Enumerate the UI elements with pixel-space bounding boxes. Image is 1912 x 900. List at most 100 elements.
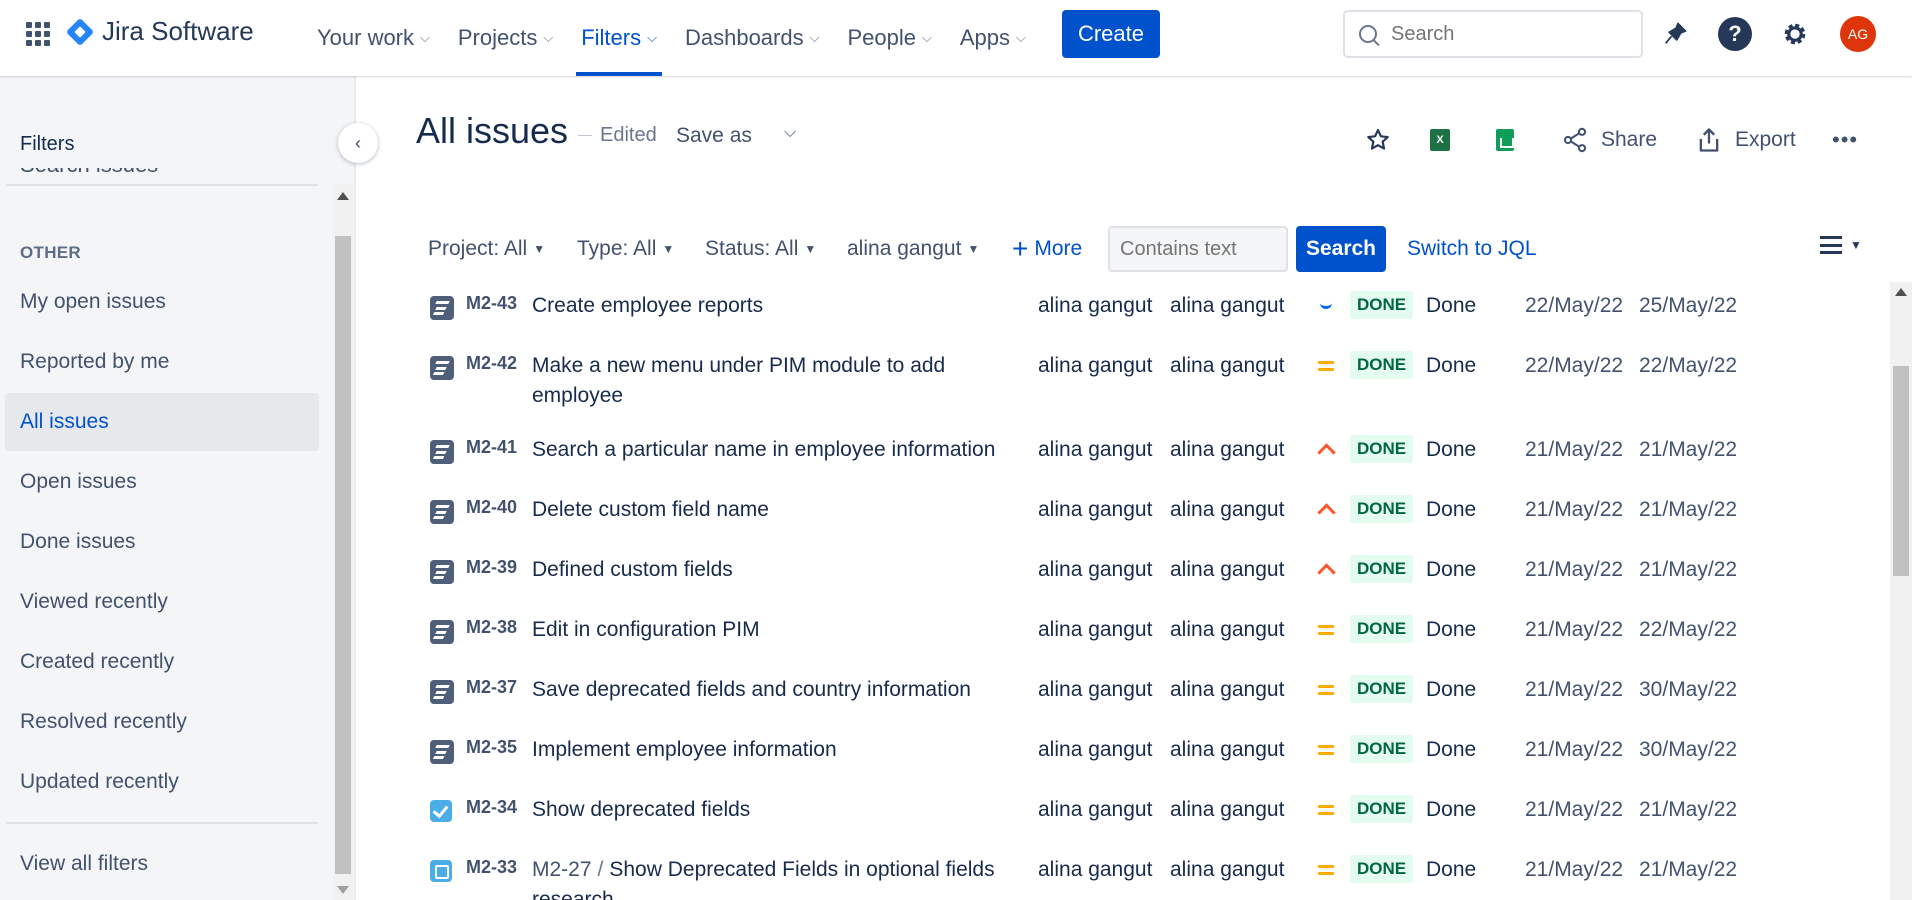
issue-key[interactable]: M2-37: [466, 677, 517, 698]
sidebar-item-search-issues[interactable]: Search issues: [20, 168, 320, 178]
scrollbar-thumb[interactable]: [1893, 366, 1909, 576]
issue-summary[interactable]: Edit in configuration PIM: [532, 615, 1012, 645]
export-sheets-button[interactable]: [1496, 122, 1514, 158]
project-filter[interactable]: Project: All ▼: [428, 226, 545, 272]
more-actions-button[interactable]: •••: [1832, 122, 1858, 158]
more-filters-button[interactable]: + More: [1012, 226, 1082, 272]
issue-key[interactable]: M2-34: [466, 797, 517, 818]
issue-key[interactable]: M2-33: [466, 857, 517, 878]
issue-summary[interactable]: Defined custom fields: [532, 555, 1012, 585]
sidebar-item-created-recently[interactable]: Created recently: [5, 633, 319, 691]
nav-your-work[interactable]: Your work ⌵: [308, 0, 439, 76]
issue-key[interactable]: M2-43: [466, 293, 517, 314]
collapse-sidebar-button[interactable]: ‹: [338, 123, 378, 163]
settings-icon[interactable]: [1778, 17, 1812, 51]
epic-icon[interactable]: [430, 740, 454, 764]
status-filter[interactable]: Status: All ▼: [705, 226, 816, 272]
issue-list-scrollbar[interactable]: [1890, 282, 1912, 900]
epic-icon[interactable]: [430, 620, 454, 644]
create-button[interactable]: Create: [1062, 10, 1160, 58]
global-search[interactable]: [1343, 10, 1643, 58]
save-as-button[interactable]: Save as: [676, 124, 752, 148]
help-icon[interactable]: ?: [1718, 17, 1752, 51]
table-row[interactable]: M2-39 Defined custom fields alina gangut…: [416, 550, 1886, 610]
table-row[interactable]: M2-42 Make a new menu under PIM module t…: [416, 346, 1886, 407]
sidebar-item-resolved-recently[interactable]: Resolved recently: [5, 693, 319, 751]
epic-icon[interactable]: [430, 560, 454, 584]
issue-summary[interactable]: Delete custom field name: [532, 495, 1012, 525]
avatar[interactable]: AG: [1840, 16, 1876, 52]
share-button[interactable]: Share: [1561, 122, 1657, 158]
table-row[interactable]: M2-40 Delete custom field name alina gan…: [416, 490, 1886, 550]
table-row[interactable]: M2-41 Search a particular name in employ…: [416, 430, 1886, 490]
issue-summary[interactable]: Create employee reports: [532, 291, 1012, 321]
issue-summary[interactable]: Show deprecated fields: [532, 795, 1012, 825]
type-filter[interactable]: Type: All ▼: [577, 226, 674, 272]
star-button[interactable]: [1365, 122, 1391, 158]
scroll-up-arrow-icon[interactable]: [337, 192, 349, 200]
contains-text-input[interactable]: [1108, 226, 1288, 272]
sidebar-item-open-issues[interactable]: Open issues: [5, 453, 319, 511]
issue-summary[interactable]: Make a new menu under PIM module to add …: [532, 351, 1012, 411]
issue-key[interactable]: M2-40: [466, 497, 517, 518]
export-button[interactable]: Export: [1695, 122, 1796, 158]
scrollbar-thumb[interactable]: [335, 236, 351, 874]
issue-resolution: Done: [1426, 678, 1477, 701]
view-switcher[interactable]: ▼: [1820, 236, 1862, 254]
table-row[interactable]: M2-38 Edit in configuration PIM alina ga…: [416, 610, 1886, 670]
issue-summary[interactable]: Search a particular name in employee inf…: [532, 435, 1012, 465]
issue-key[interactable]: M2-39: [466, 557, 517, 578]
nav-apps[interactable]: Apps ⌵: [951, 0, 1035, 76]
issue-summary[interactable]: Save deprecated fields and country infor…: [532, 675, 1012, 705]
sidebar-scrollbar[interactable]: [333, 184, 353, 900]
app-switcher-icon[interactable]: [26, 22, 50, 46]
nav-dashboards[interactable]: Dashboards ⌵: [676, 0, 829, 76]
parent-issue-key[interactable]: M2-27: [532, 858, 592, 881]
issue-assignee: alina gangut: [1038, 294, 1153, 317]
sidebar-item-my-open-issues[interactable]: My open issues: [5, 273, 319, 331]
epic-icon[interactable]: [430, 500, 454, 524]
table-row[interactable]: M2-35 Implement employee information ali…: [416, 730, 1886, 790]
chevron-down-icon: ⌵: [420, 30, 430, 45]
table-row[interactable]: M2-37 Save deprecated fields and country…: [416, 670, 1886, 730]
sidebar-item-all-issues[interactable]: All issues: [5, 393, 319, 451]
issue-key[interactable]: M2-42: [466, 353, 517, 374]
issue-key[interactable]: M2-41: [466, 437, 517, 458]
plus-icon: +: [1012, 233, 1029, 264]
epic-icon[interactable]: [430, 296, 454, 320]
epic-icon[interactable]: [430, 356, 454, 380]
epic-icon[interactable]: [430, 680, 454, 704]
scroll-up-arrow-icon[interactable]: [1895, 288, 1907, 296]
table-row[interactable]: M2-34 Show deprecated fields alina gangu…: [416, 790, 1886, 850]
sidebar-item-reported-by-me[interactable]: Reported by me: [5, 333, 319, 391]
notifications-icon[interactable]: [1658, 17, 1692, 51]
nav-filters[interactable]: Filters ⌵: [572, 0, 666, 76]
nav-projects[interactable]: Projects ⌵: [449, 0, 562, 76]
sidebar-item-viewed-recently[interactable]: Viewed recently: [5, 573, 319, 631]
table-row[interactable]: M2-33 M2-27/Show Deprecated Fields in op…: [416, 850, 1886, 900]
save-as-dropdown[interactable]: ⌵: [784, 124, 796, 142]
epic-icon[interactable]: [430, 440, 454, 464]
subtask-icon[interactable]: [430, 860, 452, 882]
issue-summary[interactable]: M2-27/Show Deprecated Fields in optional…: [532, 855, 1012, 900]
search-input[interactable]: [1391, 22, 1621, 46]
nav-people[interactable]: People ⌵: [838, 0, 940, 76]
task-icon[interactable]: [430, 800, 452, 822]
issue-updated-date: 22/May/22: [1639, 618, 1738, 641]
view-all-filters-link[interactable]: View all filters: [5, 835, 319, 893]
issue-key[interactable]: M2-35: [466, 737, 517, 758]
issue-key[interactable]: M2-38: [466, 617, 517, 638]
search-button[interactable]: Search: [1296, 226, 1386, 272]
export-excel-button[interactable]: X: [1430, 122, 1450, 158]
sidebar-item-updated-recently[interactable]: Updated recently: [5, 753, 319, 811]
excel-icon: X: [1430, 129, 1450, 151]
assignee-filter[interactable]: alina gangut ▼: [847, 226, 979, 272]
issue-assignee: alina gangut: [1038, 498, 1153, 521]
table-row[interactable]: M2-43 Create employee reports alina gang…: [416, 286, 1886, 346]
scroll-down-arrow-icon[interactable]: [337, 886, 349, 894]
jira-logo[interactable]: Jira Software: [65, 16, 254, 47]
sidebar-item-done-issues[interactable]: Done issues: [5, 513, 319, 571]
issue-summary[interactable]: Implement employee information: [532, 735, 1012, 765]
issue-resolution: Done: [1426, 354, 1477, 377]
switch-to-jql-link[interactable]: Switch to JQL: [1407, 226, 1537, 272]
